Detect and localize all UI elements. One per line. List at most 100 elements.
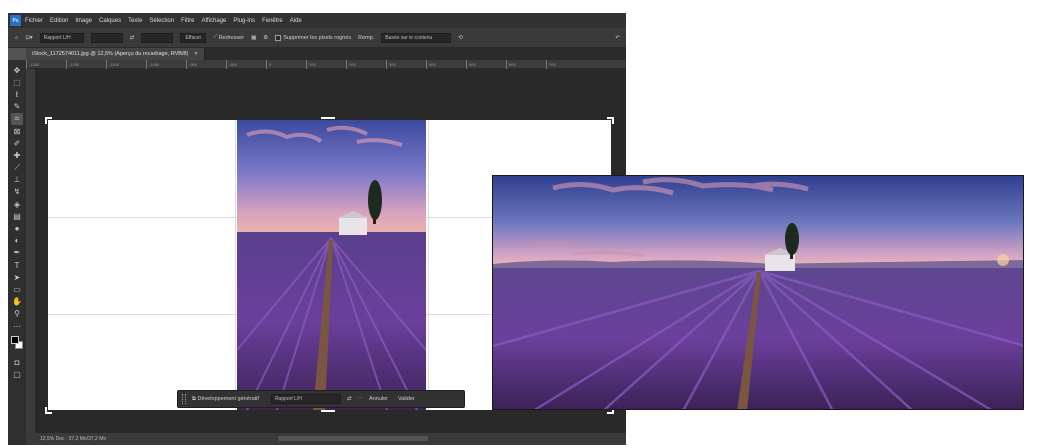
zoom-tool-icon[interactable]: ⚲ bbox=[11, 308, 23, 320]
ruler-tick: 700 bbox=[546, 59, 586, 69]
width-input[interactable] bbox=[90, 32, 123, 43]
menu-edition[interactable]: Edition bbox=[50, 18, 68, 24]
photoshop-logo-icon: Ps bbox=[10, 15, 21, 26]
menu-selection[interactable]: Sélection bbox=[149, 18, 174, 24]
document-tab[interactable]: iStock_1172574011.jpg @ 12,5% (Aperçu du… bbox=[26, 48, 205, 60]
marquee-tool-icon[interactable]: ⬚ bbox=[11, 76, 23, 88]
ruler-tick: -1200 bbox=[66, 59, 106, 69]
ruler-tick: 0 bbox=[266, 59, 306, 69]
swap-orientation-icon[interactable]: ⇄ bbox=[347, 396, 352, 402]
drag-handle-icon[interactable] bbox=[182, 394, 186, 404]
menu-image[interactable]: Image bbox=[75, 18, 92, 24]
contextual-ratio-select[interactable]: Rapport L/H bbox=[270, 394, 341, 404]
type-tool-icon[interactable]: T bbox=[11, 259, 23, 271]
cancel-button[interactable]: Annuler bbox=[369, 396, 388, 402]
clone-stamp-tool-icon[interactable]: ⊥ bbox=[11, 174, 23, 186]
ratio-select[interactable]: Rapport L/H bbox=[39, 32, 84, 43]
path-select-tool-icon[interactable]: ➤ bbox=[11, 271, 23, 283]
lasso-tool-icon[interactable]: ℓ bbox=[11, 88, 23, 100]
gradient-tool-icon[interactable]: ▤ bbox=[11, 210, 23, 222]
options-bar: ⌂ ⊡▾ Rapport L/H ⇄ Effacer ⟋ Redresser ▦… bbox=[8, 28, 626, 48]
validate-button[interactable]: Valider bbox=[398, 396, 415, 402]
menu-bar: Ps Fichier Edition Image Calques Texte S… bbox=[8, 13, 626, 28]
document-tab-title: iStock_1172574011.jpg @ 12,5% (Aperçu du… bbox=[32, 51, 189, 57]
healing-tool-icon[interactable]: ✚ bbox=[11, 149, 23, 161]
ruler-tick: -1300 bbox=[26, 59, 66, 69]
blur-tool-icon[interactable]: ● bbox=[11, 222, 23, 234]
delete-pixels-label: Supprimer les pixels rognés bbox=[283, 34, 352, 41]
menu-plugins[interactable]: Plug-ins bbox=[233, 18, 255, 24]
ruler-tick: -900 bbox=[186, 59, 226, 69]
crop-handle-top-right[interactable] bbox=[607, 117, 614, 124]
clear-button[interactable]: Effacer bbox=[180, 32, 207, 43]
menu-filtre[interactable]: Filtre bbox=[181, 18, 194, 24]
swap-icon[interactable]: ⇄ bbox=[130, 35, 135, 41]
expanded-result-image bbox=[492, 175, 1024, 410]
undo-icon[interactable]: ↶ bbox=[615, 35, 620, 41]
color-swatches[interactable] bbox=[11, 336, 23, 350]
menu-affichage[interactable]: Affichage bbox=[201, 18, 226, 24]
crop-handle-bottom-left[interactable] bbox=[45, 407, 52, 414]
status-text: 12,5% Doc : 37,2 Mo/37,2 Mo bbox=[40, 436, 107, 442]
shape-tool-icon[interactable]: ▭ bbox=[11, 283, 23, 295]
crop-tool-icon[interactable]: ⌗ bbox=[11, 112, 23, 125]
horizontal-ruler: -1300 -1200 -1100 -1000 -900 -800 0 100 … bbox=[26, 59, 626, 69]
menu-texte[interactable]: Texte bbox=[128, 18, 142, 24]
settings-gear-icon[interactable]: ⚙ bbox=[263, 35, 268, 41]
lavender-photo-landscape bbox=[493, 176, 1023, 409]
fill-label: Remp. bbox=[358, 34, 375, 41]
ruler-tick: 600 bbox=[506, 59, 546, 69]
brush-tool-icon[interactable]: ⟋ bbox=[11, 162, 23, 174]
straighten-button[interactable]: ⟋ Redresser bbox=[213, 34, 244, 41]
ruler-tick: 500 bbox=[466, 59, 506, 69]
ruler-tick: 100 bbox=[306, 59, 346, 69]
eraser-tool-icon[interactable]: ◈ bbox=[11, 198, 23, 210]
fill-select[interactable]: Basée sur le contenu bbox=[381, 32, 452, 43]
more-options-icon[interactable]: ⋯ bbox=[358, 396, 364, 402]
original-photo bbox=[237, 120, 426, 410]
checkbox-box bbox=[275, 34, 282, 41]
ruler-tick: 400 bbox=[426, 59, 466, 69]
home-icon[interactable]: ⌂ bbox=[15, 35, 18, 41]
history-brush-tool-icon[interactable]: ↯ bbox=[11, 186, 23, 198]
ruler-tick: -1100 bbox=[106, 59, 146, 69]
menu-aide[interactable]: Aide bbox=[290, 18, 302, 24]
ruler-tick: 200 bbox=[346, 59, 386, 69]
quick-select-tool-icon[interactable]: ✎ bbox=[11, 101, 23, 113]
generative-expand-button[interactable]: ⧉ Développement génératif bbox=[192, 396, 259, 403]
reset-icon[interactable]: ⟲ bbox=[458, 35, 463, 41]
dodge-tool-icon[interactable]: ◐ bbox=[11, 235, 23, 247]
crop-grid-line bbox=[428, 120, 429, 410]
foreground-color-swatch[interactable] bbox=[11, 336, 19, 345]
crop-handle-top[interactable] bbox=[321, 117, 335, 124]
crop-handle-top-left[interactable] bbox=[45, 117, 52, 124]
vertical-ruler bbox=[26, 69, 35, 433]
screen-mode-icon[interactable]: ▢ bbox=[11, 368, 23, 380]
contextual-task-bar: ⧉ Développement génératif Rapport L/H ⇄ … bbox=[177, 390, 465, 408]
ruler-tick: 300 bbox=[386, 59, 426, 69]
more-tools-icon[interactable]: ⋯ bbox=[11, 320, 23, 332]
eyedropper-tool-icon[interactable]: ✐ bbox=[11, 137, 23, 149]
pen-tool-icon[interactable]: ✒ bbox=[11, 247, 23, 259]
height-input[interactable] bbox=[141, 32, 174, 43]
document-tab-bar: iStock_1172574011.jpg @ 12,5% (Aperçu du… bbox=[26, 48, 626, 60]
overlay-grid-icon[interactable]: ▦ bbox=[251, 35, 256, 41]
horizontal-scrollbar[interactable] bbox=[278, 436, 428, 441]
menu-fichier[interactable]: Fichier bbox=[25, 18, 43, 24]
crop-preset-icon[interactable]: ⊡▾ bbox=[25, 35, 32, 41]
straighten-label: Redresser bbox=[218, 34, 245, 41]
generative-expand-label: Développement génératif bbox=[197, 396, 259, 402]
menu-fenetre[interactable]: Fenêtre bbox=[262, 18, 283, 24]
frame-tool-icon[interactable]: ⊠ bbox=[11, 125, 23, 137]
ruler-tick: -1000 bbox=[146, 59, 186, 69]
move-tool-icon[interactable]: ✥ bbox=[11, 64, 23, 76]
menu-calques[interactable]: Calques bbox=[99, 18, 121, 24]
delete-pixels-checkbox[interactable]: Supprimer les pixels rognés bbox=[275, 34, 352, 41]
hand-tool-icon[interactable]: ✋ bbox=[11, 296, 23, 308]
tools-panel: ✥ ⬚ ℓ ✎ ⌗ ⊠ ✐ ✚ ⟋ ⊥ ↯ ◈ ▤ ● ◐ ✒ T ➤ ▭ ✋ … bbox=[8, 60, 26, 445]
quick-mask-icon[interactable]: ◘ bbox=[11, 356, 23, 368]
close-tab-icon[interactable]: × bbox=[194, 51, 197, 57]
crop-grid-line bbox=[235, 120, 236, 410]
ruler-tick: -800 bbox=[226, 59, 266, 69]
crop-handle-bottom[interactable] bbox=[321, 410, 335, 417]
